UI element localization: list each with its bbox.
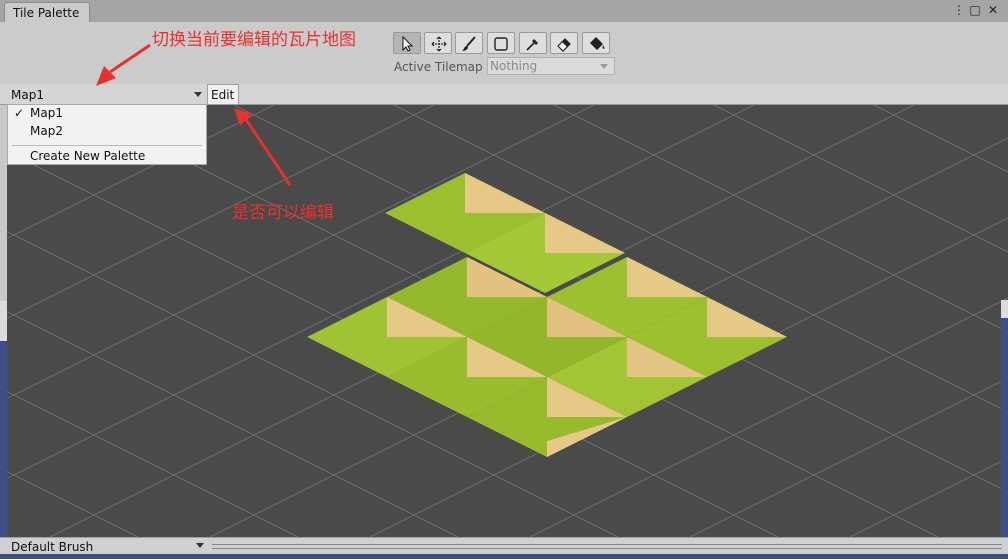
annotation-switch-map: 切换当前要编辑的瓦片地图 <box>152 30 356 50</box>
annotation-arrows <box>96 43 292 186</box>
brush-dropdown[interactable]: Default Brush <box>8 538 208 554</box>
panel-splitter[interactable] <box>212 544 1002 549</box>
chevron-down-icon <box>196 543 204 548</box>
annotation-edit-toggle: 是否可以编辑 <box>232 203 334 223</box>
brush-selected: Default Brush <box>11 540 94 554</box>
bottom-edge-strip <box>0 554 1008 559</box>
